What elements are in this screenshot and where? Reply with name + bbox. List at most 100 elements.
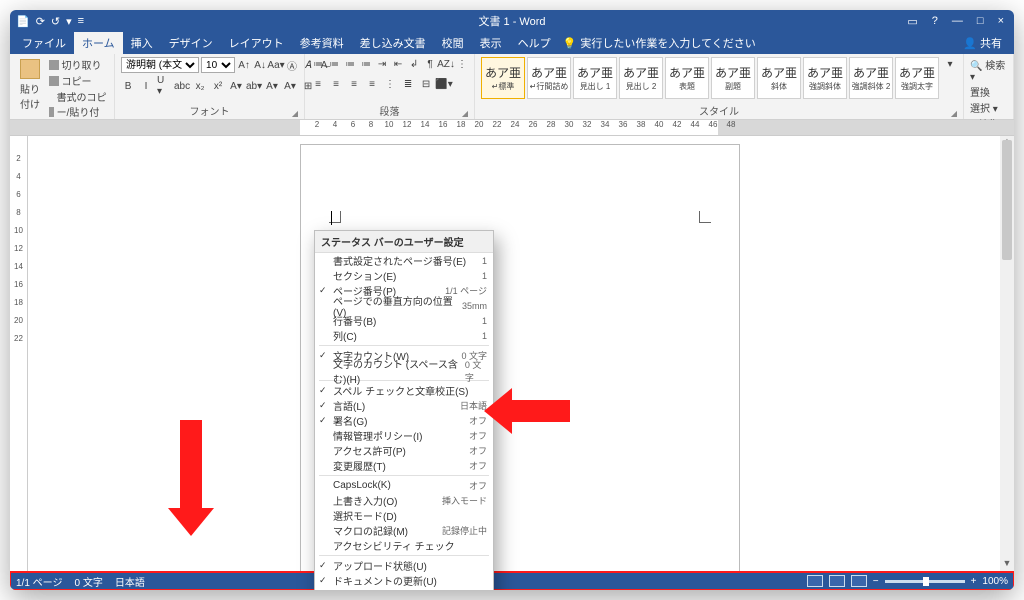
para-btn2-2[interactable]: ≡ xyxy=(347,77,361,91)
status-language[interactable]: 日本語 xyxy=(115,574,145,589)
shrink-font-button[interactable]: A↓ xyxy=(253,58,267,72)
font-name-select[interactable]: 游明朝 (本文) xyxy=(121,57,199,73)
share-button[interactable]: 👤 共有 xyxy=(963,35,1010,51)
ctx-item-15[interactable]: 上書き入力(O)挿入モード xyxy=(315,493,493,508)
cut-button[interactable]: 切り取り xyxy=(49,57,108,72)
para-btn2-5[interactable]: ≣ xyxy=(401,77,415,91)
qat-dropdown-icon[interactable]: ▾ xyxy=(66,15,72,28)
qat-touch-icon[interactable]: ≡ xyxy=(78,15,84,27)
ctx-item-3[interactable]: ページでの垂直方向の位置(V)35mm xyxy=(315,298,493,313)
font-size-select[interactable]: 10.5 xyxy=(201,57,235,73)
ctx-item-10[interactable]: ✓署名(G)オフ xyxy=(315,413,493,428)
font-btn-2[interactable]: U ▾ xyxy=(157,79,171,93)
para-btn1-7[interactable]: ¶ xyxy=(423,57,437,71)
tab-review[interactable]: 校閲 xyxy=(434,32,472,54)
scroll-down-icon[interactable]: ▼ xyxy=(1000,558,1014,572)
maximize-icon[interactable]: □ xyxy=(977,15,984,28)
status-word-count[interactable]: 0 文字 xyxy=(74,574,102,589)
copy-button[interactable]: コピー xyxy=(49,73,108,88)
zoom-slider[interactable] xyxy=(885,580,965,583)
ribbon-options-icon[interactable]: ▭ xyxy=(907,15,917,28)
tab-insert[interactable]: 挿入 xyxy=(123,32,161,54)
para-btn2-0[interactable]: ≡ xyxy=(311,77,325,91)
help-icon[interactable]: ? xyxy=(932,15,938,28)
select-button[interactable]: 選択 ▾ xyxy=(970,100,1007,115)
ctx-item-5[interactable]: 列(C)1 xyxy=(315,328,493,343)
style-2[interactable]: あア亜見出し 1 xyxy=(573,57,617,99)
style-4[interactable]: あア亜表題 xyxy=(665,57,709,99)
ctx-item-1[interactable]: セクション(E)1 xyxy=(315,268,493,283)
dialog-launcher-icon[interactable]: ◢ xyxy=(462,109,468,118)
tell-me[interactable]: 💡 実行したい作業を入力してください xyxy=(563,35,756,51)
para-btn1-0[interactable]: ≔ xyxy=(311,57,325,71)
ctx-item-7[interactable]: 文字のカウント (スペース含む)(H)0 文字 xyxy=(315,363,493,378)
style-1[interactable]: あア亜↵行間詰め xyxy=(527,57,571,99)
font-btn-0[interactable]: B xyxy=(121,79,135,93)
para-btn1-1[interactable]: ≔ xyxy=(327,57,341,71)
para-btn1-4[interactable]: ⇥ xyxy=(375,57,389,71)
ctx-item-12[interactable]: アクセス許可(P)オフ xyxy=(315,443,493,458)
para-btn1-6[interactable]: ↲ xyxy=(407,57,421,71)
font-btn-3[interactable]: abc xyxy=(175,79,189,93)
view-print-button[interactable] xyxy=(829,575,845,587)
ctx-item-13[interactable]: 変更履歴(T)オフ xyxy=(315,458,493,473)
view-read-button[interactable] xyxy=(807,575,823,587)
font-btn-5[interactable]: x² xyxy=(211,79,225,93)
grow-font-button[interactable]: A↑ xyxy=(237,58,251,72)
font-btn-7[interactable]: ab▾ xyxy=(247,79,261,93)
tab-home[interactable]: ホーム xyxy=(74,32,123,54)
font-btn-6[interactable]: A▾ xyxy=(229,79,243,93)
scroll-thumb[interactable] xyxy=(1002,140,1012,260)
ctx-item-9[interactable]: ✓言語(L)日本語 xyxy=(315,398,493,413)
status-page[interactable]: 1/1 ページ xyxy=(16,574,62,589)
ctx-item-0[interactable]: 書式設定されたページ番号(E)1 xyxy=(315,253,493,268)
dialog-launcher-icon[interactable]: ◢ xyxy=(292,109,298,118)
para-btn2-4[interactable]: ⋮ xyxy=(383,77,397,91)
font-btn-8[interactable]: A▾ xyxy=(265,79,279,93)
find-button[interactable]: 🔍 検索 ▾ xyxy=(970,57,1007,83)
para-btn1-2[interactable]: ≔ xyxy=(343,57,357,71)
style-9[interactable]: あア亜強調太字 xyxy=(895,57,939,99)
view-web-button[interactable] xyxy=(851,575,867,587)
ctx-item-14[interactable]: CapsLock(K)オフ xyxy=(315,478,493,493)
paste-button[interactable]: 貼り付け xyxy=(16,57,45,113)
tab-mailings[interactable]: 差し込み文書 xyxy=(352,32,434,54)
style-0[interactable]: あア亜↵標準 xyxy=(481,57,525,99)
phonetic-guide-button[interactable]: Ⓐ xyxy=(285,58,299,72)
zoom-in-button[interactable]: + xyxy=(971,576,977,587)
ctx-item-17[interactable]: マクロの記録(M)記録停止中 xyxy=(315,523,493,538)
style-5[interactable]: あア亜副題 xyxy=(711,57,755,99)
font-btn-9[interactable]: A▾ xyxy=(283,79,297,93)
ruler-horizontal[interactable]: 2468101214161820222426283032343638404244… xyxy=(10,120,1014,136)
para-btn2-7[interactable]: ⬛▾ xyxy=(437,77,451,91)
tab-references[interactable]: 参考資料 xyxy=(292,32,352,54)
tab-design[interactable]: デザイン xyxy=(161,32,221,54)
para-btn2-6[interactable]: ⊟ xyxy=(419,77,433,91)
style-7[interactable]: あア亜強調斜体 xyxy=(803,57,847,99)
style-3[interactable]: あア亜見出し 2 xyxy=(619,57,663,99)
qat-save-icon[interactable]: 📄 xyxy=(16,15,30,28)
para-btn1-9[interactable]: ⋮ xyxy=(455,57,469,71)
ctx-item-16[interactable]: 選択モード(D) xyxy=(315,508,493,523)
para-btn1-8[interactable]: AZ↓ xyxy=(439,57,453,71)
para-btn2-1[interactable]: ≡ xyxy=(329,77,343,91)
style-6[interactable]: あア亜斜体 xyxy=(757,57,801,99)
ctx-item-21[interactable]: フォーカス xyxy=(315,588,493,590)
ctx-item-8[interactable]: ✓スペル チェックと文章校正(S) xyxy=(315,383,493,398)
ctx-item-4[interactable]: 行番号(B)1 xyxy=(315,313,493,328)
scrollbar-vertical[interactable]: ▲ ▼ xyxy=(1000,136,1014,572)
ctx-item-19[interactable]: ✓アップロード状態(U) xyxy=(315,558,493,573)
qat-redo-icon[interactable]: ⟳ xyxy=(36,15,45,28)
zoom-knob[interactable] xyxy=(923,577,929,586)
minimize-icon[interactable]: — xyxy=(952,15,963,28)
zoom-value[interactable]: 100% xyxy=(982,576,1008,587)
dialog-launcher-icon[interactable]: ◢ xyxy=(951,109,957,118)
styles-more-button[interactable]: ▾ xyxy=(943,57,957,71)
font-btn-4[interactable]: x₂ xyxy=(193,79,207,93)
close-icon[interactable]: × xyxy=(998,15,1004,28)
para-btn2-3[interactable]: ≡ xyxy=(365,77,379,91)
ctx-item-20[interactable]: ✓ドキュメントの更新(U) xyxy=(315,573,493,588)
para-btn1-5[interactable]: ⇤ xyxy=(391,57,405,71)
change-case-button[interactable]: Aa▾ xyxy=(269,58,283,72)
qat-undo-icon[interactable]: ↺ xyxy=(51,15,60,28)
